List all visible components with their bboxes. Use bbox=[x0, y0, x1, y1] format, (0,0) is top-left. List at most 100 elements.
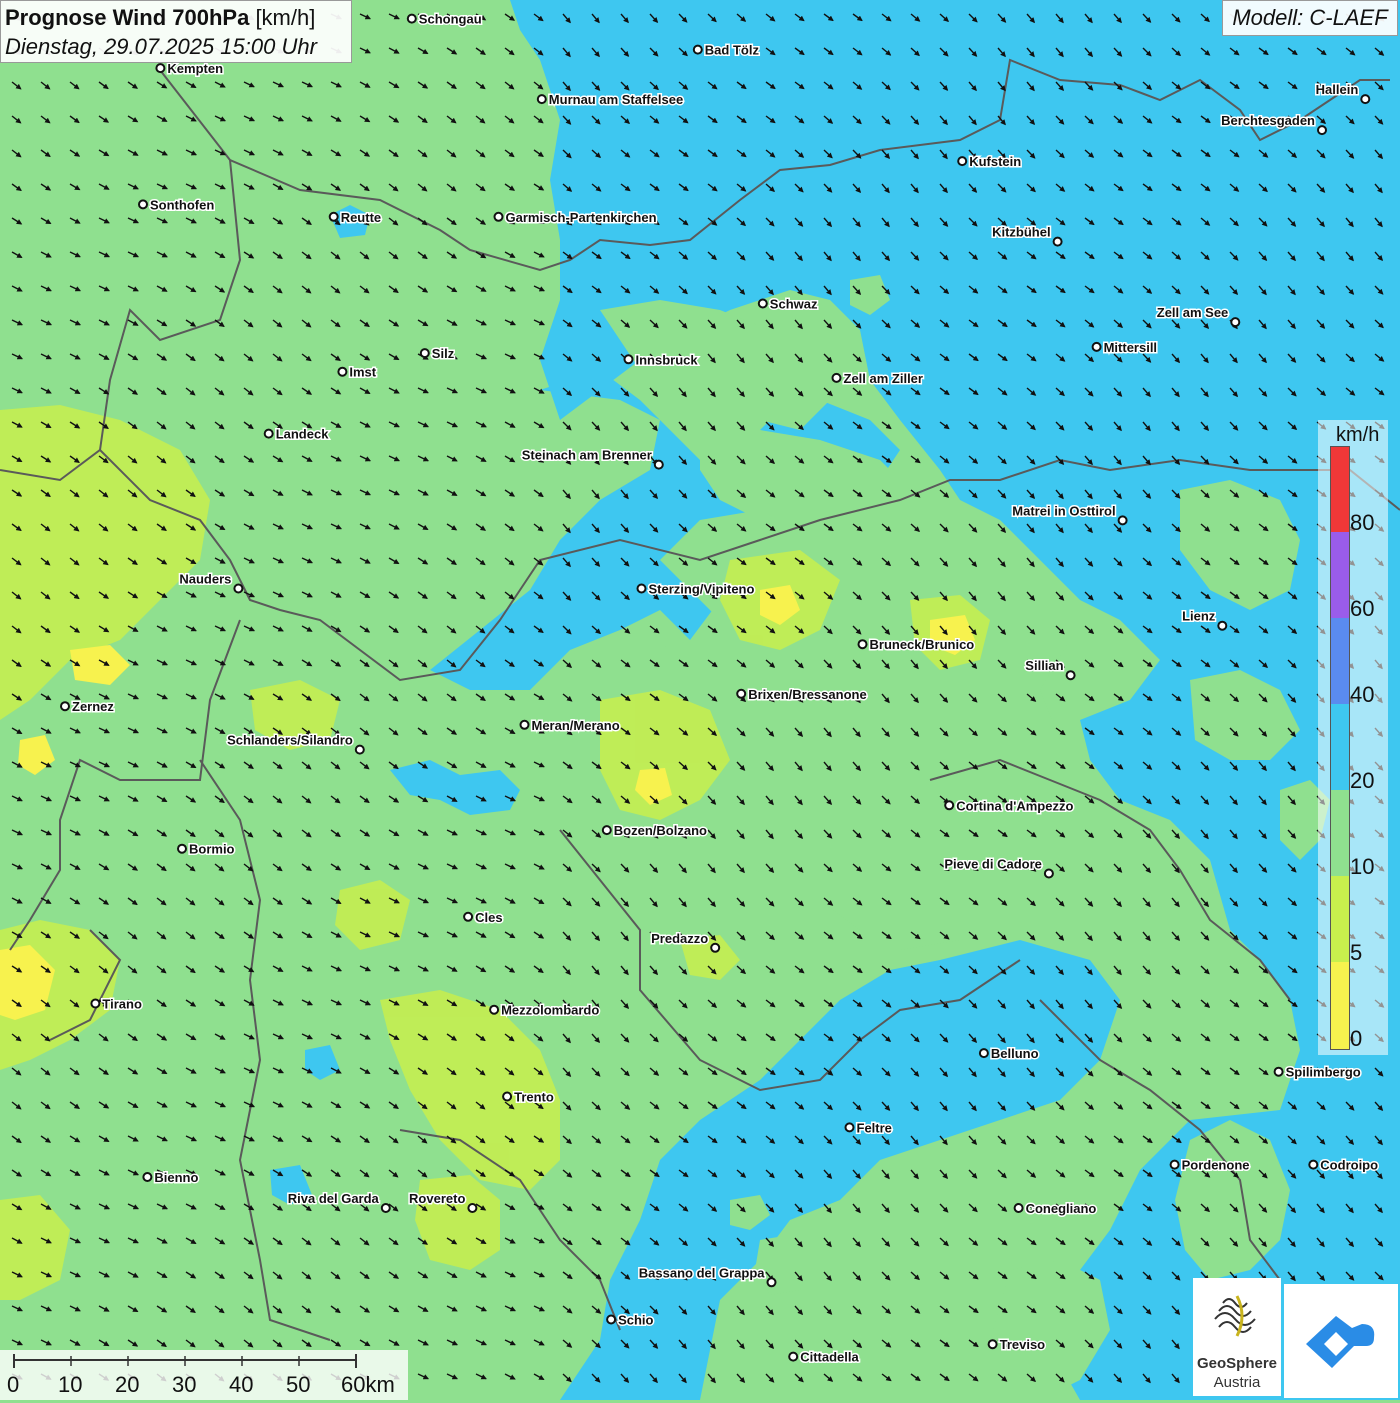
city-dot bbox=[155, 63, 166, 74]
city-label: Zell am Ziller bbox=[844, 371, 923, 386]
legend-tick-60: 60 bbox=[1350, 596, 1375, 621]
legend-band-20-40 bbox=[1330, 704, 1350, 790]
legend-band-10-20 bbox=[1330, 790, 1350, 876]
city-label: Zernez bbox=[72, 699, 114, 714]
city-label: Predazzo bbox=[651, 931, 708, 946]
legend-unit: km/h bbox=[1336, 424, 1380, 446]
map-title-main: Prognose Wind 700hPa bbox=[5, 5, 250, 30]
title-panel: Prognose Wind 700hPa [km/h] Dienstag, 29… bbox=[0, 0, 352, 63]
city-dot bbox=[710, 942, 721, 953]
city-label: Sonthofen bbox=[150, 197, 214, 212]
city-marker: Cortina d'Ampezzo bbox=[944, 797, 1075, 815]
city-dot bbox=[1360, 94, 1371, 105]
wind-map[interactable]: Schongau Bad Tölz Kempten Murnau am Staffel… bbox=[0, 0, 1400, 1400]
city-label: Bad Tölz bbox=[705, 43, 760, 58]
city-marker: Murnau am Staffelsee bbox=[536, 91, 685, 109]
city-dot bbox=[601, 825, 612, 836]
city-marker: Meran/Merano bbox=[519, 716, 621, 734]
city-marker: Brixen/Bressanone bbox=[736, 685, 868, 703]
scale-label-20: 20 bbox=[115, 1372, 140, 1397]
city-marker: Mezzolombardo bbox=[489, 1001, 601, 1019]
city-label: Sillian bbox=[1025, 658, 1063, 673]
city-dot bbox=[766, 1277, 777, 1288]
geosphere-emblem-icon bbox=[1214, 1295, 1256, 1337]
city-label: Pieve di Cadore bbox=[944, 857, 1042, 872]
app-logo[interactable] bbox=[1284, 1284, 1398, 1398]
city-dot bbox=[653, 459, 664, 470]
city-label: Murnau am Staffelsee bbox=[549, 92, 683, 107]
city-label: Mittersill bbox=[1104, 340, 1157, 355]
city-label: Kufstein bbox=[969, 154, 1021, 169]
city-dot bbox=[463, 911, 474, 922]
city-label: Landeck bbox=[276, 427, 330, 442]
city-dot bbox=[857, 639, 868, 650]
city-label: Schongau bbox=[419, 12, 482, 27]
map-title: Prognose Wind 700hPa [km/h] bbox=[5, 5, 315, 31]
city-dot bbox=[337, 366, 348, 377]
city-dot bbox=[757, 298, 768, 309]
city-dot bbox=[987, 1339, 998, 1350]
city-label: Brixen/Bressanone bbox=[748, 687, 867, 702]
city-marker: Innsbruck bbox=[623, 351, 700, 369]
city-label: Rovereto bbox=[409, 1191, 465, 1206]
logo-name-line1: GeoSphere bbox=[1196, 1355, 1278, 1372]
city-marker: Schongau bbox=[406, 10, 483, 28]
city-label: Cortina d'Ampezzo bbox=[956, 798, 1073, 813]
city-marker: Sonthofen bbox=[138, 196, 216, 214]
city-label: Nauders bbox=[179, 572, 231, 587]
cloud-arrow-icon bbox=[1306, 1316, 1375, 1368]
city-dot bbox=[844, 1122, 855, 1133]
city-dot bbox=[60, 701, 70, 712]
legend-tick-20: 20 bbox=[1350, 768, 1375, 793]
legend-colorbar bbox=[1330, 446, 1350, 1050]
city-dot bbox=[536, 94, 547, 105]
city-marker: Bruneck/Brunico bbox=[857, 636, 976, 654]
city-dot bbox=[944, 800, 955, 811]
city-label: Zell am See bbox=[1157, 305, 1229, 320]
city-label: Treviso bbox=[1000, 1337, 1046, 1352]
city-marker: Bozen/Bolzano bbox=[601, 822, 709, 840]
city-label: Garmisch-Partenkirchen bbox=[506, 210, 657, 225]
city-label: Belluno bbox=[991, 1046, 1039, 1061]
city-dot bbox=[1169, 1159, 1180, 1170]
city-marker: Garmisch-Partenkirchen bbox=[493, 208, 658, 226]
scale-label-0: 0 bbox=[7, 1372, 20, 1397]
city-label: Lienz bbox=[1182, 609, 1216, 624]
city-label: Silz bbox=[432, 346, 455, 361]
city-label: Codroipo bbox=[1320, 1158, 1378, 1173]
legend-tick-80: 80 bbox=[1350, 510, 1375, 535]
city-label: Conegliano bbox=[1026, 1201, 1097, 1216]
city-label: Schlanders/Silandro bbox=[227, 733, 353, 748]
city-dot bbox=[788, 1351, 799, 1362]
city-dot bbox=[1013, 1203, 1024, 1213]
legend-band-0-5 bbox=[1330, 962, 1350, 1050]
city-dot bbox=[1308, 1159, 1319, 1170]
city-dot bbox=[636, 583, 647, 594]
scale-bar bbox=[13, 1354, 357, 1368]
city-dot bbox=[354, 744, 365, 755]
city-label: Tirano bbox=[102, 997, 142, 1012]
logo-name-line2: Austria bbox=[1213, 1374, 1261, 1391]
city-marker: Pordenone bbox=[1169, 1156, 1251, 1174]
city-dot bbox=[419, 348, 430, 359]
scale-label-50: 50 bbox=[286, 1372, 311, 1397]
city-dot bbox=[467, 1203, 478, 1213]
model-label: Modell: C-LAEF bbox=[1222, 0, 1398, 36]
city-label: Sterzing/Vipiteno bbox=[649, 582, 755, 597]
city-dot bbox=[1065, 670, 1076, 681]
city-dot bbox=[502, 1091, 513, 1102]
city-marker: Zell am Ziller bbox=[831, 369, 924, 387]
city-dot bbox=[692, 44, 703, 55]
city-dot bbox=[831, 372, 842, 383]
city-dot bbox=[1230, 317, 1241, 328]
city-label: Berchtesgaden bbox=[1221, 113, 1315, 128]
city-dot bbox=[957, 156, 968, 167]
city-dot bbox=[606, 1314, 617, 1325]
city-dot bbox=[90, 998, 101, 1009]
city-label: Matrei in Osttirol bbox=[1012, 503, 1115, 518]
legend-tick-10: 10 bbox=[1350, 854, 1375, 879]
scale-label-30: 30 bbox=[172, 1372, 197, 1397]
city-dot bbox=[1052, 236, 1063, 247]
city-label: Mezzolombardo bbox=[501, 1003, 599, 1018]
legend-tick-5: 5 bbox=[1350, 940, 1363, 965]
